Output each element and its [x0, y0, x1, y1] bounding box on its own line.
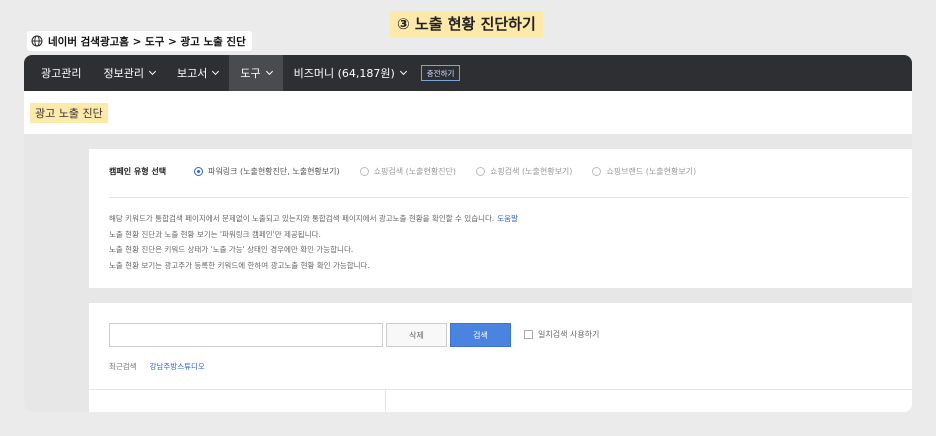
radio-shopping-view[interactable]: 쇼핑검색 (노출현황보기) [476, 166, 572, 177]
radio-icon [359, 167, 369, 176]
radio-icon [476, 167, 486, 176]
keyword-search-input[interactable] [109, 323, 383, 347]
divider [385, 389, 386, 412]
page-title: 광고 노출 진단 [30, 102, 108, 123]
campaign-type-panel: 캠페인 유형 선택 파워링크 (노출현황진단, 노출현황보기) 쇼핑검색 (노출… [89, 149, 912, 288]
charge-button[interactable]: 충전하기 [420, 65, 461, 81]
nav-reports[interactable]: 보고서 [166, 55, 229, 91]
top-navbar: 광고관리 정보관리 보고서 도구 비즈머니 (64,187원) 충전하기 [24, 55, 912, 91]
nav-label: 광고관리 [41, 67, 82, 80]
info-line: 해당 키워드가 통합검색 페이지에서 문제없이 노출되고 있는지와 통합검색 페… [109, 214, 495, 223]
exact-match-toggle[interactable]: 일치검색 사용하기 [524, 329, 599, 340]
nav-bizmoney[interactable]: 비즈머니 (64,187원) [283, 55, 417, 91]
exact-match-checkbox[interactable] [524, 330, 533, 339]
keyword-search-panel: 삭제 검색 일치검색 사용하기 최근검색 강남주방스튜디오 [89, 303, 912, 412]
divider [109, 197, 909, 198]
divider [89, 389, 912, 390]
radio-shopping-diagnosis[interactable]: 쇼핑검색 (노출현황진단) [359, 166, 457, 177]
recent-searches: 최근검색 강남주방스튜디오 [109, 361, 205, 372]
chevron-down-icon [212, 67, 220, 76]
radio-powerlink[interactable]: 파워링크 (노출현황진단, 노출현황보기) [194, 166, 340, 177]
nav-label: 정보관리 [103, 67, 144, 80]
campaign-type-row: 캠페인 유형 선택 파워링크 (노출현황진단, 노출현황보기) 쇼핑검색 (노출… [109, 166, 716, 177]
info-line: 노출 현황 진단은 키워드 상태가 '노출 가능' 상태인 경우에만 확인 가능… [109, 245, 354, 254]
radio-label: 쇼핑브랜드 (노출현황보기) [606, 167, 697, 176]
nav-info-management[interactable]: 정보관리 [92, 55, 165, 91]
recent-search-item[interactable]: 강남주방스튜디오 [150, 361, 205, 372]
chevron-down-icon [399, 67, 407, 76]
breadcrumb: 네이버 검색광고홈 > 도구 > 광고 노출 진단 [27, 31, 252, 51]
chevron-down-icon [148, 67, 157, 76]
info-line: 노출 현황 진단과 노출 현황 보기는 '파워링크 캠페인'만 제공됩니다. [109, 229, 321, 239]
globe-icon [31, 35, 43, 47]
nav-tools[interactable]: 도구 [229, 55, 283, 91]
info-line: 노출 현황 보기는 광고주가 등록한 키워드에 한하여 광고노출 현황 확인 가… [109, 260, 370, 270]
info-text: 해당 키워드가 통합검색 페이지에서 문제없이 노출되고 있는지와 통합검색 페… [109, 211, 518, 273]
radio-label: 파워링크 (노출현황진단, 노출현황보기) [208, 167, 340, 176]
radio-selected-icon [194, 167, 203, 176]
radio-icon [592, 167, 602, 176]
radio-shopping-brand[interactable]: 쇼핑브랜드 (노출현황보기) [592, 166, 696, 177]
delete-button[interactable]: 삭제 [386, 323, 447, 347]
nav-ad-management[interactable]: 광고관리 [30, 55, 92, 91]
radio-label: 쇼핑검색 (노출현황보기) [490, 167, 573, 176]
nav-label: 보고서 [176, 67, 208, 80]
radio-label: 쇼핑검색 (노출현황진단) [373, 167, 457, 176]
step-title: ③ 노출 현황 진단하기 [390, 11, 543, 37]
nav-label: 비즈머니 (64,187원) [293, 67, 395, 80]
app-window: 광고관리 정보관리 보고서 도구 비즈머니 (64,187원) 충전하기 광고 … [24, 55, 912, 412]
nav-label: 도구 [240, 67, 261, 80]
search-button[interactable]: 검색 [450, 323, 511, 347]
recent-label: 최근검색 [109, 362, 137, 371]
exact-match-label: 일치검색 사용하기 [538, 330, 600, 339]
help-link[interactable]: 도움말 [497, 214, 518, 223]
chevron-down-icon [265, 67, 273, 76]
campaign-type-label: 캠페인 유형 선택 [109, 167, 167, 176]
page-header: 광고 노출 진단 [24, 91, 912, 134]
breadcrumb-text: 네이버 검색광고홈 > 도구 > 광고 노출 진단 [48, 35, 246, 48]
